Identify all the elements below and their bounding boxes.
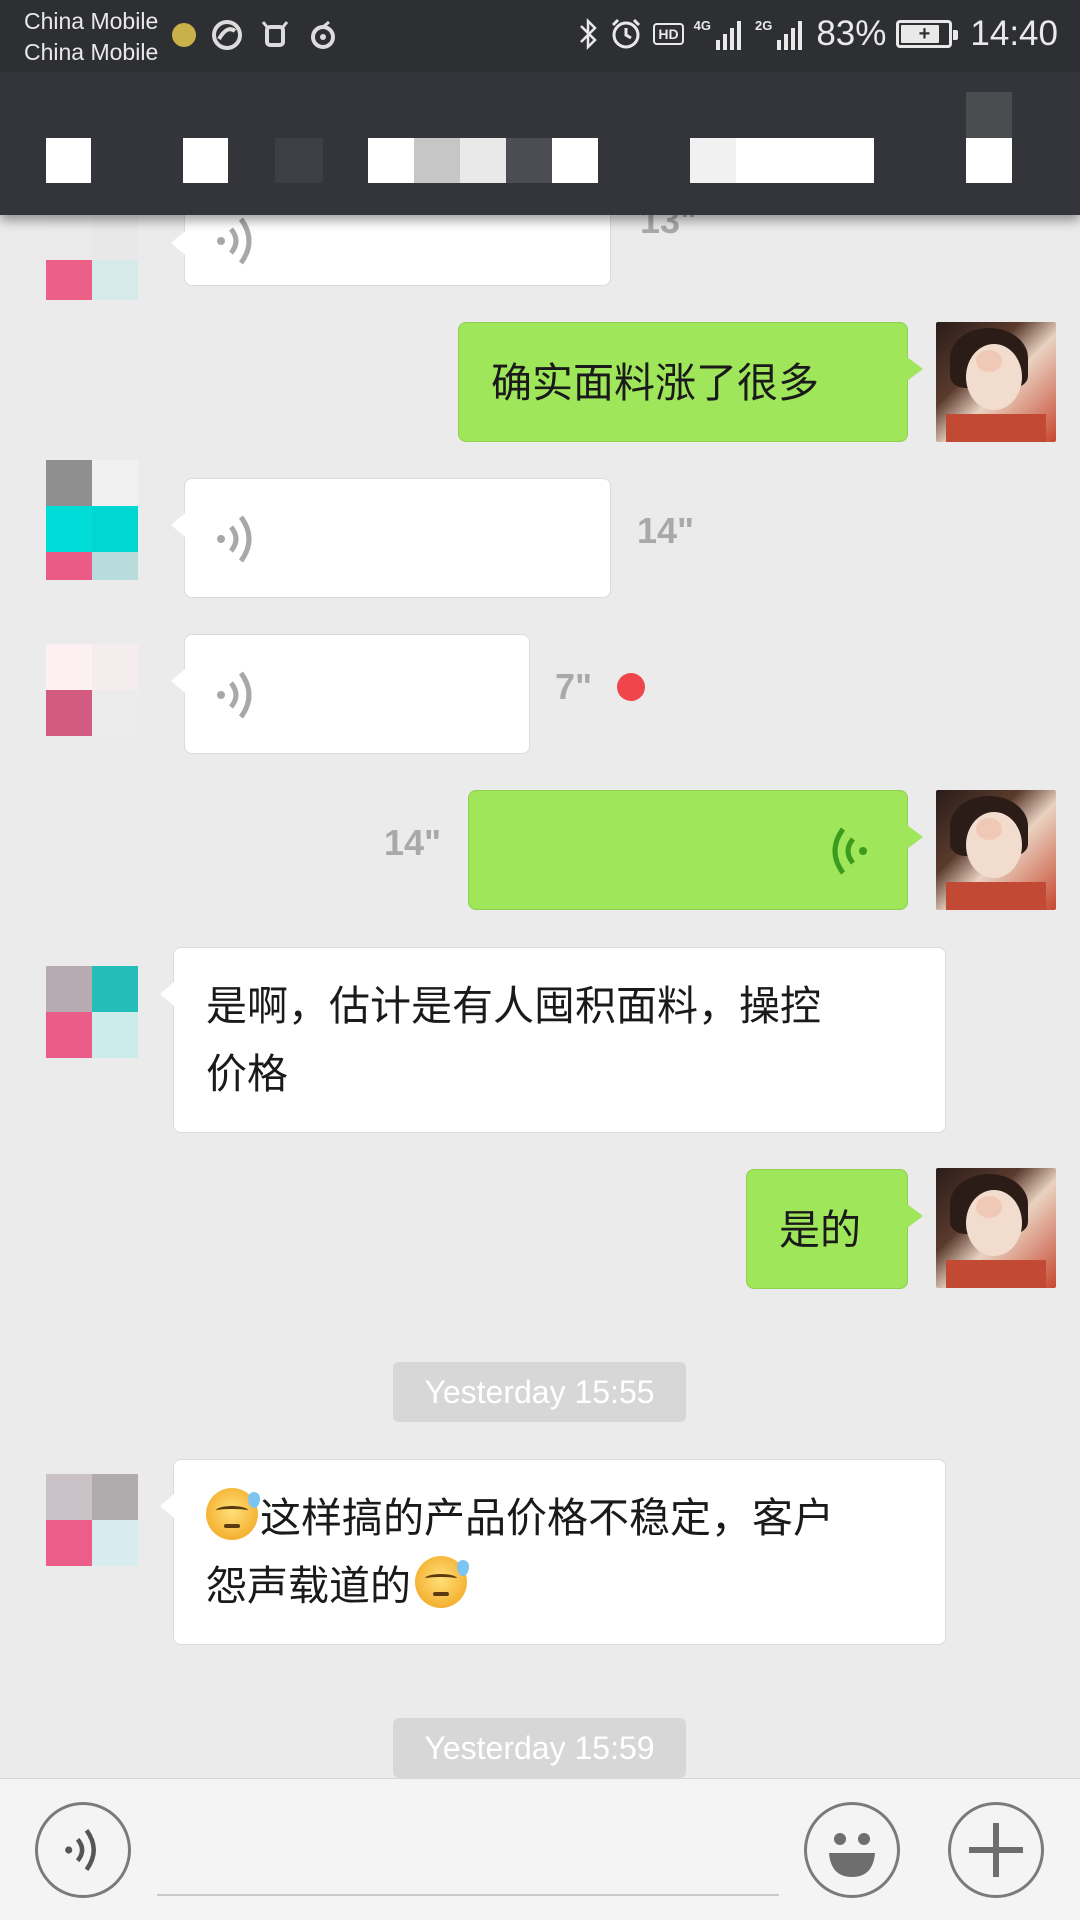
sweat-smile-emoji-icon xyxy=(415,1556,469,1608)
more-actions-button[interactable] xyxy=(948,1802,1044,1898)
battery-icon: + xyxy=(896,20,959,48)
message-text-line: 是啊，估计是有人囤积面料，操控 xyxy=(206,982,821,1030)
contact-avatar[interactable] xyxy=(28,952,148,1072)
message-text-line: 价格 xyxy=(206,1050,288,1098)
voice-message-bubble[interactable] xyxy=(171,478,611,598)
redacted-title-block xyxy=(368,138,414,183)
chat-timestamp: Yesterday 15:59 xyxy=(393,1718,686,1778)
android-debug-icon xyxy=(258,18,292,52)
clock-time: 14:40 xyxy=(970,14,1058,53)
message-text-line: 这样搞的产品价格不稳定，客户 xyxy=(206,1484,913,1552)
battery-percent: 83% xyxy=(816,14,887,53)
outgoing-text-bubble[interactable]: 确实面料涨了很多 xyxy=(458,322,923,442)
network-type-label: 2G xyxy=(755,18,773,33)
carrier-label: China Mobile xyxy=(24,8,159,34)
redacted-title-block xyxy=(183,138,228,183)
chat-timestamp: Yesterday 15:55 xyxy=(393,1362,686,1422)
voice-input-icon xyxy=(65,1829,96,1871)
chat-message-list[interactable]: 13" 确实面料涨了很多 14" 7" 14" 是啊，估计是有人囤积面料，操控 … xyxy=(0,0,1080,1778)
voice-input-button[interactable] xyxy=(35,1802,131,1898)
voice-message-bubble[interactable] xyxy=(468,790,923,910)
redacted-menu-block[interactable] xyxy=(966,138,1012,183)
redacted-title-block xyxy=(46,138,91,183)
redacted-title-block xyxy=(460,138,506,183)
message-text: 确实面料涨了很多 xyxy=(491,359,819,407)
emoji-smiley-icon xyxy=(829,1833,875,1877)
voice-wave-icon xyxy=(217,671,252,719)
outgoing-text-bubble[interactable]: 是的 xyxy=(746,1169,923,1289)
signal-icon xyxy=(777,21,803,50)
emoji-button[interactable] xyxy=(804,1802,900,1898)
voice-wave-icon xyxy=(217,217,252,265)
incoming-text-bubble[interactable]: 这样搞的产品价格不稳定，客户 怨声载道的 xyxy=(160,1459,946,1645)
contact-avatar[interactable] xyxy=(28,460,148,580)
plus-icon xyxy=(969,1823,1023,1877)
voice-wave-icon xyxy=(217,515,252,563)
message-text-input[interactable] xyxy=(157,1894,779,1896)
sweat-smile-emoji-icon xyxy=(206,1488,260,1540)
voice-duration: 14" xyxy=(637,510,695,551)
redacted-title-block xyxy=(275,138,323,183)
my-avatar[interactable] xyxy=(936,1168,1056,1288)
redacted-title-block xyxy=(736,138,874,183)
my-avatar[interactable] xyxy=(936,322,1056,442)
unread-indicator xyxy=(617,673,645,701)
incoming-text-bubble[interactable]: 是啊，估计是有人囤积面料，操控 价格 xyxy=(160,947,946,1133)
notification-dot-icon xyxy=(172,23,196,47)
message-text: 是的 xyxy=(779,1206,861,1254)
status-bar: China Mobile China Mobile HD 4G 2G 83% +… xyxy=(0,0,1080,72)
signal-icon xyxy=(716,21,741,50)
message-text-line: 怨声载道的 xyxy=(206,1552,913,1620)
voice-duration: 7" xyxy=(555,666,593,707)
carrier-label: China Mobile xyxy=(24,39,159,65)
contact-avatar[interactable] xyxy=(28,630,148,750)
chat-title-bar xyxy=(0,72,1080,215)
voice-duration: 14" xyxy=(384,822,442,863)
my-avatar[interactable] xyxy=(936,790,1056,910)
redacted-title-block xyxy=(506,138,552,183)
music-notification-icon xyxy=(306,18,340,52)
redacted-title-block xyxy=(414,138,460,183)
bluetooth-icon xyxy=(580,17,598,51)
network-type-label: 4G xyxy=(693,18,711,33)
redacted-title-block xyxy=(690,138,736,183)
contact-avatar[interactable] xyxy=(28,1460,148,1580)
redacted-title-block xyxy=(552,138,598,183)
alarm-icon xyxy=(612,18,641,49)
redacted-menu-block[interactable] xyxy=(966,92,1012,138)
voice-message-bubble[interactable] xyxy=(171,634,530,754)
voice-wave-icon xyxy=(832,827,867,875)
hd-voice-badge: HD xyxy=(653,23,684,45)
chat-input-bar xyxy=(0,1778,1080,1920)
app-notification-icon xyxy=(210,18,244,52)
